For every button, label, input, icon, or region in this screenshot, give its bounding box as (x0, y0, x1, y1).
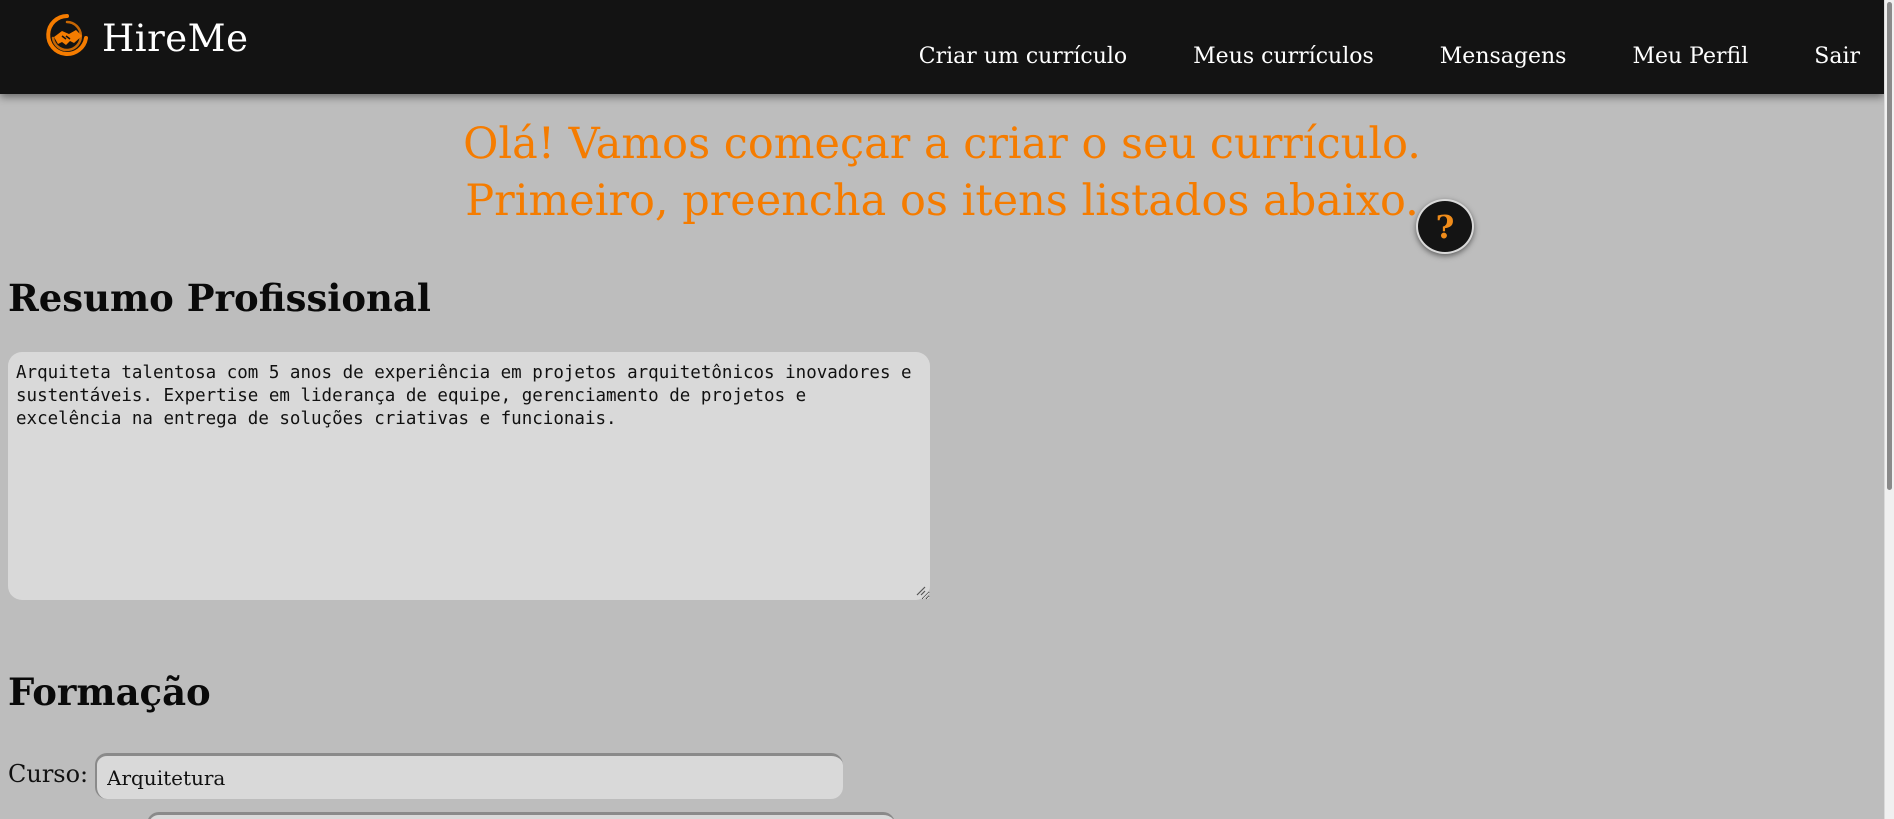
next-field-input[interactable] (147, 812, 895, 819)
course-label: Curso: (8, 760, 89, 788)
nav-messages[interactable]: Mensagens (1440, 44, 1567, 69)
help-button[interactable]: ? (1416, 199, 1474, 254)
course-input[interactable] (95, 753, 843, 799)
nav-logout[interactable]: Sair (1814, 44, 1860, 69)
education-section-title: Formação (8, 670, 211, 714)
top-navbar: HireMe Criar um currículo Meus currículo… (0, 0, 1884, 94)
nav-my-profile[interactable]: Meu Perfil (1632, 44, 1748, 69)
page-scrollbar[interactable] (1884, 0, 1894, 819)
welcome-heading: Olá! Vamos começar a criar o seu currícu… (0, 116, 1884, 230)
summary-section-title: Resumo Profissional (8, 276, 431, 320)
welcome-line-1: Olá! Vamos começar a criar o seu currícu… (463, 119, 1421, 169)
brand-name: HireMe (102, 16, 249, 60)
handshake-logo-icon (46, 14, 88, 56)
brand[interactable]: HireMe (44, 10, 248, 66)
scrollbar-thumb[interactable] (1887, 2, 1892, 490)
main-nav: Criar um currículo Meus currículos Mensa… (919, 44, 1860, 69)
welcome-line-2: Primeiro, preencha os itens listados aba… (465, 176, 1419, 226)
nav-my-resumes[interactable]: Meus currículos (1193, 44, 1374, 69)
question-icon: ? (1435, 207, 1455, 246)
nav-create-resume[interactable]: Criar um currículo (919, 44, 1127, 69)
professional-summary-textarea[interactable]: Arquiteta talentosa com 5 anos de experi… (8, 352, 930, 600)
resize-grip-icon[interactable] (914, 584, 926, 596)
